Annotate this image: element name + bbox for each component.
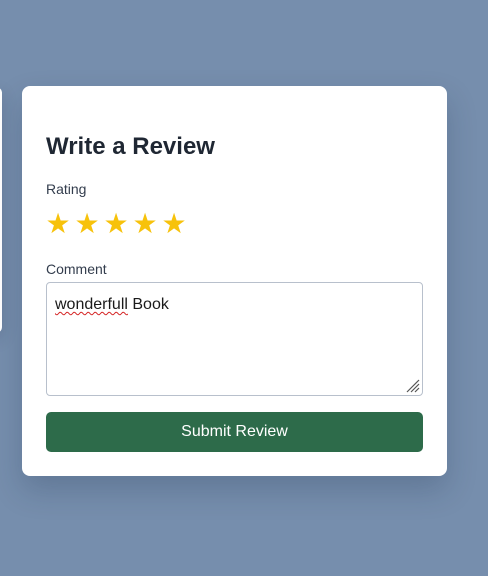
comment-label: Comment	[46, 261, 107, 277]
comment-text: wonderfull Book	[55, 295, 169, 315]
star-icon[interactable]: ★	[131, 207, 159, 241]
misspelled-word: wonderfull	[55, 296, 128, 313]
side-panel-card	[0, 87, 2, 333]
review-card: Write a Review Rating ★ ★ ★ ★ ★ Comment …	[22, 86, 447, 476]
submit-review-button[interactable]: Submit Review	[46, 412, 423, 452]
review-form-title: Write a Review	[46, 133, 215, 160]
comment-text-rest: Book	[127, 296, 169, 313]
comment-textarea[interactable]: wonderfull Book	[46, 282, 423, 396]
rating-label: Rating	[46, 181, 87, 197]
star-icon[interactable]: ★	[73, 207, 101, 241]
star-icon[interactable]: ★	[44, 207, 72, 241]
star-icon[interactable]: ★	[102, 207, 130, 241]
star-rating: ★ ★ ★ ★ ★	[44, 207, 188, 241]
star-icon[interactable]: ★	[160, 207, 188, 241]
resize-handle-icon[interactable]	[404, 377, 420, 393]
